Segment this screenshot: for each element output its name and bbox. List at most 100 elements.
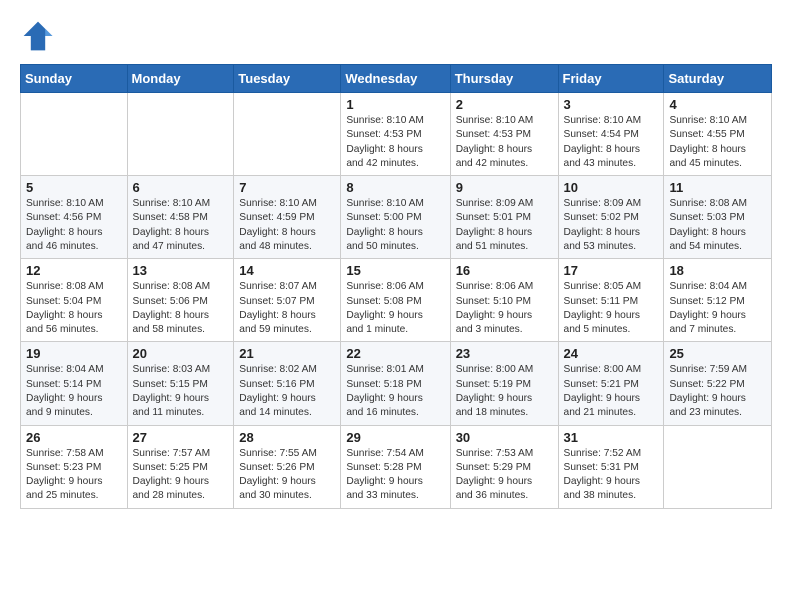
day-number: 19: [26, 346, 122, 361]
day-info: Sunrise: 8:00 AM Sunset: 5:19 PM Dayligh…: [456, 363, 553, 420]
weekday-header-friday: Friday: [558, 65, 664, 93]
calendar-cell: 31 Sunrise: 7:52 AM Sunset: 5:31 PM Dayli…: [558, 425, 664, 508]
day-info: Sunrise: 8:10 AM Sunset: 4:54 PM Dayligh…: [564, 114, 659, 171]
day-number: 7: [239, 180, 335, 195]
day-info: Sunrise: 7:53 AM Sunset: 5:29 PM Dayligh…: [456, 447, 553, 504]
day-info: Sunrise: 8:10 AM Sunset: 4:59 PM Dayligh…: [239, 197, 335, 254]
day-info: Sunrise: 8:10 AM Sunset: 4:58 PM Dayligh…: [133, 197, 229, 254]
day-info: Sunrise: 8:02 AM Sunset: 5:16 PM Dayligh…: [239, 363, 335, 420]
calendar-cell: 5 Sunrise: 8:10 AM Sunset: 4:56 PM Daylig…: [21, 176, 128, 259]
day-info: Sunrise: 8:04 AM Sunset: 5:14 PM Dayligh…: [26, 363, 122, 420]
calendar-cell: 11 Sunrise: 8:08 AM Sunset: 5:03 PM Dayli…: [664, 176, 772, 259]
day-info: Sunrise: 8:04 AM Sunset: 5:12 PM Dayligh…: [669, 280, 766, 337]
day-number: 24: [564, 346, 659, 361]
calendar-cell: [21, 93, 128, 176]
page: SundayMondayTuesdayWednesdayThursdayFrid…: [0, 0, 792, 523]
day-info: Sunrise: 8:06 AM Sunset: 5:10 PM Dayligh…: [456, 280, 553, 337]
calendar-cell: 20 Sunrise: 8:03 AM Sunset: 5:15 PM Dayli…: [127, 342, 234, 425]
day-number: 12: [26, 263, 122, 278]
day-info: Sunrise: 7:58 AM Sunset: 5:23 PM Dayligh…: [26, 447, 122, 504]
day-number: 28: [239, 430, 335, 445]
weekday-header-monday: Monday: [127, 65, 234, 93]
day-number: 3: [564, 97, 659, 112]
day-number: 20: [133, 346, 229, 361]
weekday-header-row: SundayMondayTuesdayWednesdayThursdayFrid…: [21, 65, 772, 93]
day-info: Sunrise: 8:08 AM Sunset: 5:04 PM Dayligh…: [26, 280, 122, 337]
day-info: Sunrise: 8:05 AM Sunset: 5:11 PM Dayligh…: [564, 280, 659, 337]
day-number: 22: [346, 346, 444, 361]
day-number: 23: [456, 346, 553, 361]
day-number: 16: [456, 263, 553, 278]
weekday-header-thursday: Thursday: [450, 65, 558, 93]
day-info: Sunrise: 8:08 AM Sunset: 5:03 PM Dayligh…: [669, 197, 766, 254]
calendar-cell: [234, 93, 341, 176]
day-number: 13: [133, 263, 229, 278]
calendar-body: 1 Sunrise: 8:10 AM Sunset: 4:53 PM Daylig…: [21, 93, 772, 509]
calendar-table: SundayMondayTuesdayWednesdayThursdayFrid…: [20, 64, 772, 509]
day-info: Sunrise: 8:00 AM Sunset: 5:21 PM Dayligh…: [564, 363, 659, 420]
calendar-cell: 7 Sunrise: 8:10 AM Sunset: 4:59 PM Daylig…: [234, 176, 341, 259]
day-number: 15: [346, 263, 444, 278]
calendar-cell: 17 Sunrise: 8:05 AM Sunset: 5:11 PM Dayli…: [558, 259, 664, 342]
calendar-cell: 19 Sunrise: 8:04 AM Sunset: 5:14 PM Dayli…: [21, 342, 128, 425]
calendar-cell: 24 Sunrise: 8:00 AM Sunset: 5:21 PM Dayli…: [558, 342, 664, 425]
day-number: 25: [669, 346, 766, 361]
calendar-cell: 26 Sunrise: 7:58 AM Sunset: 5:23 PM Dayli…: [21, 425, 128, 508]
day-number: 11: [669, 180, 766, 195]
day-number: 31: [564, 430, 659, 445]
calendar-cell: 12 Sunrise: 8:08 AM Sunset: 5:04 PM Dayli…: [21, 259, 128, 342]
weekday-header-tuesday: Tuesday: [234, 65, 341, 93]
calendar-cell: 4 Sunrise: 8:10 AM Sunset: 4:55 PM Daylig…: [664, 93, 772, 176]
calendar-cell: 10Sunrise: 8:09 AM Sunset: 5:02 PM Dayli…: [558, 176, 664, 259]
calendar-cell: 30Sunrise: 7:53 AM Sunset: 5:29 PM Dayli…: [450, 425, 558, 508]
calendar-week-row: 26 Sunrise: 7:58 AM Sunset: 5:23 PM Dayli…: [21, 425, 772, 508]
day-info: Sunrise: 8:10 AM Sunset: 5:00 PM Dayligh…: [346, 197, 444, 254]
day-info: Sunrise: 7:52 AM Sunset: 5:31 PM Dayligh…: [564, 447, 659, 504]
calendar-week-row: 5 Sunrise: 8:10 AM Sunset: 4:56 PM Daylig…: [21, 176, 772, 259]
day-info: Sunrise: 8:10 AM Sunset: 4:53 PM Dayligh…: [456, 114, 553, 171]
calendar-cell: 25Sunrise: 7:59 AM Sunset: 5:22 PM Dayli…: [664, 342, 772, 425]
day-number: 14: [239, 263, 335, 278]
day-number: 5: [26, 180, 122, 195]
weekday-header-sunday: Sunday: [21, 65, 128, 93]
calendar-cell: 28Sunrise: 7:55 AM Sunset: 5:26 PM Dayli…: [234, 425, 341, 508]
header: [20, 18, 772, 54]
day-number: 29: [346, 430, 444, 445]
logo: [20, 18, 60, 54]
day-info: Sunrise: 8:10 AM Sunset: 4:53 PM Dayligh…: [346, 114, 444, 171]
weekday-header-wednesday: Wednesday: [341, 65, 450, 93]
calendar-cell: 22Sunrise: 8:01 AM Sunset: 5:18 PM Dayli…: [341, 342, 450, 425]
day-number: 18: [669, 263, 766, 278]
calendar-cell: [127, 93, 234, 176]
calendar-cell: 9 Sunrise: 8:09 AM Sunset: 5:01 PM Daylig…: [450, 176, 558, 259]
day-number: 6: [133, 180, 229, 195]
day-number: 17: [564, 263, 659, 278]
logo-icon: [20, 18, 56, 54]
day-number: 8: [346, 180, 444, 195]
day-info: Sunrise: 8:03 AM Sunset: 5:15 PM Dayligh…: [133, 363, 229, 420]
day-info: Sunrise: 8:06 AM Sunset: 5:08 PM Dayligh…: [346, 280, 444, 337]
day-info: Sunrise: 8:10 AM Sunset: 4:55 PM Dayligh…: [669, 114, 766, 171]
day-info: Sunrise: 8:10 AM Sunset: 4:56 PM Dayligh…: [26, 197, 122, 254]
calendar-cell: 23 Sunrise: 8:00 AM Sunset: 5:19 PM Dayli…: [450, 342, 558, 425]
calendar-cell: 1 Sunrise: 8:10 AM Sunset: 4:53 PM Daylig…: [341, 93, 450, 176]
day-number: 4: [669, 97, 766, 112]
day-number: 2: [456, 97, 553, 112]
calendar-cell: 18 Sunrise: 8:04 AM Sunset: 5:12 PM Dayli…: [664, 259, 772, 342]
calendar-cell: 16 Sunrise: 8:06 AM Sunset: 5:10 PM Dayli…: [450, 259, 558, 342]
day-number: 1: [346, 97, 444, 112]
day-info: Sunrise: 8:07 AM Sunset: 5:07 PM Dayligh…: [239, 280, 335, 337]
day-number: 26: [26, 430, 122, 445]
calendar-header: SundayMondayTuesdayWednesdayThursdayFrid…: [21, 65, 772, 93]
day-number: 9: [456, 180, 553, 195]
calendar-cell: 15 Sunrise: 8:06 AM Sunset: 5:08 PM Dayli…: [341, 259, 450, 342]
calendar-cell: 27Sunrise: 7:57 AM Sunset: 5:25 PM Dayli…: [127, 425, 234, 508]
calendar-cell: 21Sunrise: 8:02 AM Sunset: 5:16 PM Dayli…: [234, 342, 341, 425]
calendar-week-row: 1 Sunrise: 8:10 AM Sunset: 4:53 PM Daylig…: [21, 93, 772, 176]
calendar-cell: 29 Sunrise: 7:54 AM Sunset: 5:28 PM Dayli…: [341, 425, 450, 508]
day-info: Sunrise: 8:09 AM Sunset: 5:01 PM Dayligh…: [456, 197, 553, 254]
day-info: Sunrise: 8:09 AM Sunset: 5:02 PM Dayligh…: [564, 197, 659, 254]
day-info: Sunrise: 7:54 AM Sunset: 5:28 PM Dayligh…: [346, 447, 444, 504]
calendar-cell: 14 Sunrise: 8:07 AM Sunset: 5:07 PM Dayli…: [234, 259, 341, 342]
day-number: 27: [133, 430, 229, 445]
